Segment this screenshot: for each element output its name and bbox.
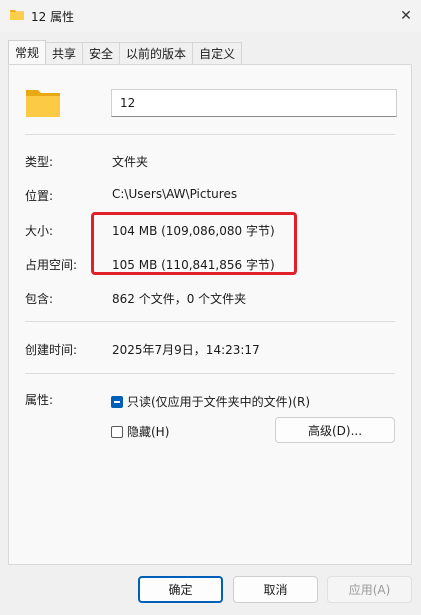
close-button[interactable]: ✕ xyxy=(391,0,421,32)
created-label: 创建时间: xyxy=(25,343,78,357)
location-label: 位置: xyxy=(25,189,54,203)
hidden-label: 隐藏(H) xyxy=(127,425,170,439)
hidden-checkbox-row[interactable]: 隐藏(H) xyxy=(111,423,169,440)
tab-security[interactable]: 安全 xyxy=(82,42,121,64)
window-title: 12 属性 xyxy=(31,10,75,24)
tab-customize[interactable]: 自定义 xyxy=(192,42,243,64)
cancel-button[interactable]: 取消 xyxy=(233,576,318,603)
location-value: C:\Users\AW\Pictures xyxy=(112,187,238,201)
large-folder-icon xyxy=(26,90,60,117)
apply-button[interactable]: 应用(A) xyxy=(327,576,412,603)
divider xyxy=(25,321,395,322)
advanced-button[interactable]: 高级(D)... xyxy=(275,417,395,443)
general-panel: 12 类型: 文件夹 位置: C:\Users\AW\Pictures 大小: … xyxy=(8,64,412,565)
tab-general[interactable]: 常规 xyxy=(8,40,47,64)
readonly-label: 只读(仅应用于文件夹中的文件)(R) xyxy=(127,395,311,409)
folder-name-input[interactable]: 12 xyxy=(111,89,397,117)
readonly-checkbox-row[interactable]: 只读(仅应用于文件夹中的文件)(R) xyxy=(111,393,310,410)
folder-icon xyxy=(10,10,24,20)
divider xyxy=(25,134,395,135)
type-value: 文件夹 xyxy=(112,155,149,169)
tab-bar: 常规 共享 安全 以前的版本 自定义 xyxy=(8,40,243,64)
ok-button[interactable]: 确定 xyxy=(138,576,223,603)
close-icon: ✕ xyxy=(400,8,412,24)
readonly-checkbox[interactable] xyxy=(111,395,123,408)
size-on-disk-label: 占用空间: xyxy=(25,258,78,272)
attributes-label: 属性: xyxy=(25,393,54,407)
divider xyxy=(25,373,395,374)
tab-sharing[interactable]: 共享 xyxy=(45,42,84,64)
hidden-checkbox[interactable] xyxy=(111,425,123,438)
created-value: 2025年7月9日，14:23:17 xyxy=(112,343,260,357)
tab-previous-versions[interactable]: 以前的版本 xyxy=(119,42,194,64)
type-label: 类型: xyxy=(25,155,54,169)
red-highlight-box xyxy=(91,212,297,275)
size-label: 大小: xyxy=(25,224,54,238)
contains-value: 862 个文件，0 个文件夹 xyxy=(112,292,247,306)
title-bar: 12 属性 ✕ xyxy=(0,0,421,32)
contains-label: 包含: xyxy=(25,292,54,306)
